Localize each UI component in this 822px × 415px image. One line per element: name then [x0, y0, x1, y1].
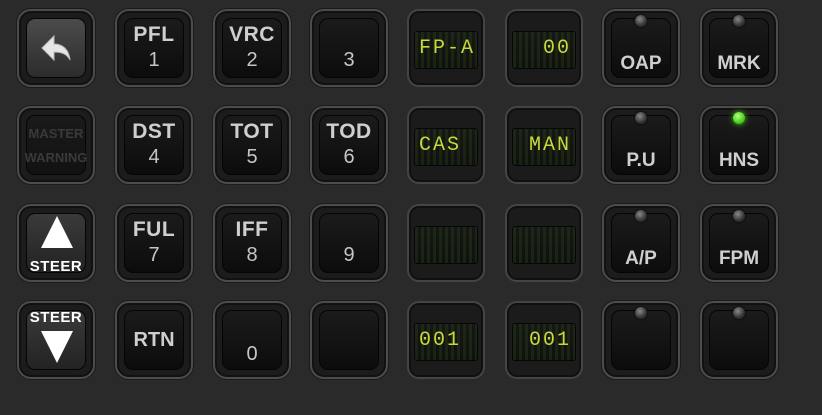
back-button[interactable]: [17, 9, 95, 87]
blank-display-left: [407, 204, 485, 282]
up-arrow-icon: [41, 216, 73, 248]
key-8-digit: 8: [246, 244, 258, 266]
scratchpad-display-right: 00: [505, 9, 583, 87]
pu-button[interactable]: P.U: [602, 106, 680, 184]
display-text: FP-A: [419, 37, 476, 60]
display-text: CAS: [419, 134, 462, 157]
master-warning-line1: MASTER: [28, 126, 84, 141]
display-text: 00: [542, 37, 571, 60]
steer-up-label: STEER: [29, 258, 83, 275]
option-display-right: MAN: [505, 106, 583, 184]
key-2-digit: 2: [246, 49, 258, 71]
hns-label: HNS: [718, 150, 760, 171]
ap-button[interactable]: A/P: [602, 204, 680, 282]
radio-display-right: 001: [505, 301, 583, 379]
oap-label: OAP: [620, 53, 662, 74]
mrk-label: MRK: [717, 53, 761, 74]
mrk-led-indicator: [733, 15, 745, 27]
hns-button[interactable]: HNS: [700, 106, 778, 184]
steer-up-button[interactable]: STEER: [17, 204, 95, 282]
ful-label: FUL: [132, 218, 176, 241]
oap-button[interactable]: OAP: [602, 9, 680, 87]
scratchpad-display-left: FP-A: [407, 9, 485, 87]
dst-label: DST: [132, 120, 176, 143]
key-3-digit: 3: [343, 49, 355, 71]
tot-label: TOT: [230, 120, 274, 143]
display-text: 001: [419, 329, 462, 352]
pfl-label: PFL: [133, 23, 175, 46]
tod-button[interactable]: TOD 6: [310, 106, 388, 184]
radio-display-left: 001: [407, 301, 485, 379]
key-6-digit: 6: [343, 146, 355, 168]
tod-label: TOD: [326, 120, 372, 143]
display-text: MAN: [528, 134, 571, 157]
fpm-button[interactable]: FPM: [700, 204, 778, 282]
blank-button[interactable]: [310, 301, 388, 379]
vrc-label: VRC: [229, 23, 275, 46]
key-1-digit: 1: [148, 49, 160, 71]
key-4-digit: 4: [148, 146, 160, 168]
key-9-digit: 9: [343, 244, 355, 266]
master-warning-button[interactable]: MASTER WARNING: [17, 106, 95, 184]
pu-led-indicator: [635, 112, 647, 124]
blank-led-button-left[interactable]: [602, 301, 680, 379]
led-indicator: [733, 307, 745, 319]
vrc-button[interactable]: VRC 2: [213, 9, 291, 87]
iff-button[interactable]: IFF 8: [213, 204, 291, 282]
key-0-button[interactable]: 0: [213, 301, 291, 379]
key-5-digit: 5: [246, 146, 258, 168]
mrk-button[interactable]: MRK: [700, 9, 778, 87]
steer-down-button[interactable]: STEER: [17, 301, 95, 379]
steer-down-label: STEER: [29, 309, 83, 326]
fpm-label: FPM: [718, 248, 760, 269]
key-3-button[interactable]: 3: [310, 9, 388, 87]
iff-label: IFF: [235, 218, 269, 241]
ap-led-indicator: [635, 210, 647, 222]
hns-led-indicator: [733, 112, 745, 124]
back-arrow-icon: [41, 34, 71, 62]
ful-button[interactable]: FUL 7: [115, 204, 193, 282]
key-0-digit: 0: [246, 343, 258, 365]
tot-button[interactable]: TOT 5: [213, 106, 291, 184]
oap-led-indicator: [635, 15, 647, 27]
fpm-led-indicator: [733, 210, 745, 222]
pu-label: P.U: [626, 150, 656, 171]
led-indicator: [635, 307, 647, 319]
display-text: 001: [528, 329, 571, 352]
pfl-button[interactable]: PFL 1: [115, 9, 193, 87]
master-warning-line2: WARNING: [24, 150, 88, 165]
ufc-panel: PFL 1 VRC 2 3 FP-A 00 OAP MRK MASTER WAR…: [0, 0, 822, 415]
down-arrow-icon: [41, 331, 73, 363]
blank-display-right: [505, 204, 583, 282]
key-9-button[interactable]: 9: [310, 204, 388, 282]
dst-button[interactable]: DST 4: [115, 106, 193, 184]
option-display-left: CAS: [407, 106, 485, 184]
ap-label: A/P: [625, 248, 657, 269]
blank-led-button-right[interactable]: [700, 301, 778, 379]
rtn-button[interactable]: RTN: [115, 301, 193, 379]
key-7-digit: 7: [148, 244, 160, 266]
rtn-label: RTN: [133, 329, 175, 351]
